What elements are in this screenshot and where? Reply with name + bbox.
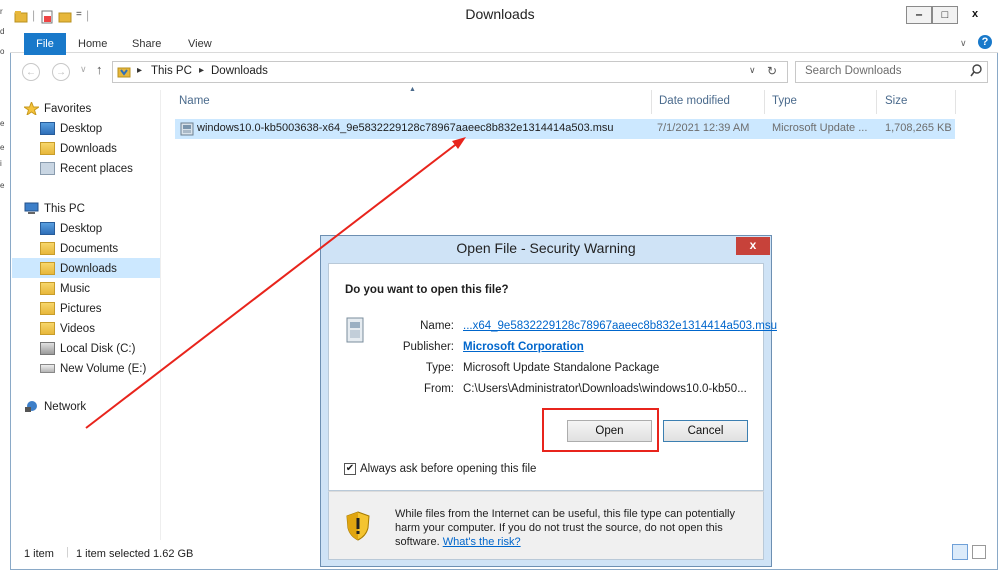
annotation-arrow <box>85 137 466 429</box>
